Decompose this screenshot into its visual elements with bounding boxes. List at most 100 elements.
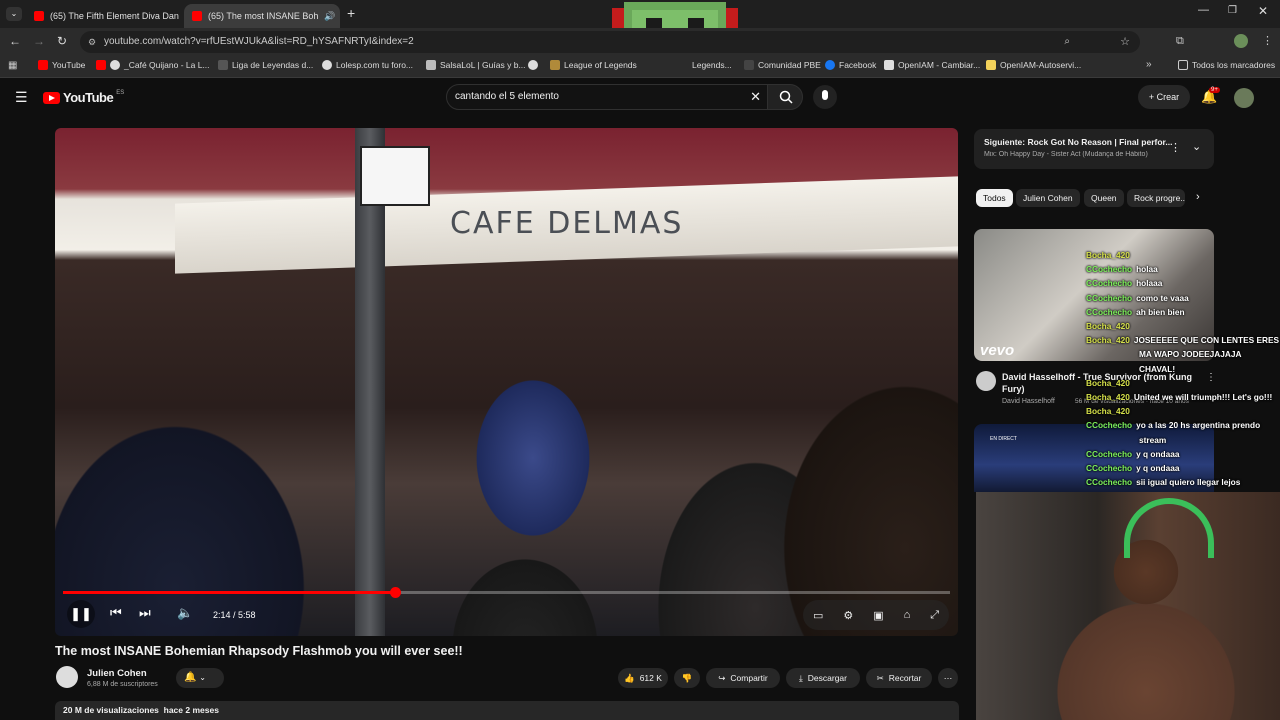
profile-avatar[interactable] [1234, 34, 1248, 48]
chat-text: United we will triumph!!! Let's go!!! [1133, 392, 1273, 402]
all-bookmarks-folder[interactable]: Todos los marcadores [1178, 60, 1275, 70]
bookmark-star-icon[interactable]: ☆ [1120, 31, 1130, 53]
youtube-favicon-icon [192, 11, 202, 21]
bookmark-cafe-quijano[interactable]: _Café Quijano - La L... [96, 60, 210, 70]
bookmark-salsalol[interactable]: SalsaLoL | Guías y b... [426, 60, 526, 70]
download-button[interactable]: ⤓ Descargar [786, 668, 860, 688]
chat-text: CHAVAL! [1139, 363, 1176, 374]
address-bar[interactable]: ⚙ youtube.com/watch?v=rfUEstWJUkA&list=R… [80, 31, 1140, 53]
chat-message: Bocha_420 [1086, 406, 1134, 416]
channel-name[interactable]: Julien Cohen [87, 668, 147, 679]
chip-julien-cohen[interactable]: Julien Cohen [1016, 189, 1080, 207]
bookmark-openiam-autoservi[interactable]: OpenIAM-Autoservi... [986, 60, 1081, 70]
thumbs-down-icon: 👎 [681, 673, 693, 683]
more-actions-button[interactable]: ⋯ [938, 668, 958, 688]
back-icon[interactable]: ← [9, 34, 21, 48]
more-dots-icon: ⋯ [943, 673, 953, 683]
pause-button[interactable]: ❚❚ [67, 600, 95, 628]
chat-text: holaa [1136, 264, 1158, 275]
bookmark-liga-leyendas[interactable]: Liga de Leyendas d... [218, 60, 313, 70]
share-button[interactable]: ↪ Compartir [706, 668, 780, 688]
chat-message: CCochecho sii igual quiero llegar lejos [1086, 477, 1240, 487]
create-label: Crear [1156, 92, 1180, 102]
browser-menu-icon[interactable]: ⋮ [1262, 34, 1273, 47]
clip-button[interactable]: ✂ Recortar [866, 668, 932, 688]
youtube-favicon-icon [34, 11, 44, 21]
bookmark-openiam-cambiar[interactable]: OpenIAM - Cambiar... [884, 60, 980, 70]
view-count: 20 M de visualizaciones [63, 705, 159, 715]
tab-insane-bohemian[interactable]: (65) The most INSANE Boh 🔊 ✕ [184, 4, 340, 28]
create-button[interactable]: + Crear [1138, 85, 1190, 109]
chat-message: CCochecho ah bien bien [1086, 307, 1185, 317]
channel-avatar[interactable] [56, 666, 78, 688]
logo-region: ES [116, 90, 125, 96]
tab-search-icon[interactable]: ⌄ [6, 7, 22, 21]
miniplayer-icon[interactable]: ▣ [873, 609, 883, 622]
chips-next-arrow-icon[interactable]: › [1196, 191, 1200, 203]
bookmark-globe[interactable] [528, 60, 542, 70]
hamburger-menu-icon[interactable]: ☰ [15, 89, 28, 106]
video-player[interactable]: CAFE DELMAS ❚❚ ⏮ ⏭ 🔈 2:14 / 5:58 ▭ ⚙ ▣ ⌂… [55, 128, 958, 636]
subtitles-icon[interactable]: ▭ [813, 609, 823, 622]
volume-icon[interactable]: 🔈 [177, 605, 193, 621]
bookmark-facebook[interactable]: Facebook [825, 60, 876, 70]
voice-search-button[interactable] [813, 85, 837, 109]
progress-scrubber[interactable] [389, 587, 401, 598]
forward-icon[interactable]: → [33, 34, 45, 48]
close-window-button[interactable]: ✕ [1258, 4, 1268, 18]
chat-username: CCochecho [1086, 420, 1133, 431]
previous-button[interactable]: ⏮ [110, 605, 122, 621]
youtube-logo[interactable]: YouTube ES [43, 90, 124, 105]
account-avatar[interactable] [1234, 88, 1254, 108]
subscription-bell-button[interactable]: 🔔 ⌄ [176, 668, 224, 688]
search-input[interactable]: cantando el 5 elemento ✕ [446, 84, 768, 110]
apps-grid-icon[interactable]: ▦ [8, 60, 17, 71]
new-tab-button[interactable]: + [347, 5, 355, 21]
chip-rock-progre[interactable]: Rock progre... [1127, 189, 1185, 207]
speaker-icon[interactable]: 🔊 [324, 11, 335, 22]
like-button[interactable]: 👍 612 K [618, 668, 668, 688]
zoom-icon[interactable]: ⌕ [1064, 31, 1070, 53]
description-box[interactable]: 20 M de visualizaciones hace 2 meses [55, 701, 959, 720]
chat-text: sii igual quiero llegar lejos [1136, 477, 1241, 488]
chat-username: CCochecho [1086, 477, 1133, 488]
search-button[interactable] [767, 84, 803, 110]
chevron-down-icon[interactable]: ⌄ [1192, 140, 1201, 153]
cast-icon[interactable]: ⌂ [904, 609, 911, 621]
chat-text: holaaa [1136, 278, 1163, 289]
restore-button[interactable]: ❐ [1228, 5, 1237, 16]
site-info-icon[interactable]: ⚙ [88, 31, 96, 53]
settings-gear-icon[interactable]: ⚙ [843, 609, 853, 622]
clear-search-icon[interactable]: ✕ [750, 85, 761, 109]
tab-fifth-element[interactable]: (65) The Fifth Element Diva Dan ✕ [26, 4, 180, 28]
chip-queen[interactable]: Queen [1084, 189, 1124, 207]
chat-username: CCochecho [1086, 292, 1133, 303]
tab-title: (65) The most INSANE Boh [208, 11, 319, 21]
chat-username: Bocha_420 [1086, 335, 1130, 346]
bookmark-lolesp[interactable]: Lolesp.com tu foro... [322, 60, 413, 70]
bookmark-legends[interactable]: Legends... [692, 60, 732, 70]
extensions-icon[interactable]: ⧉ [1176, 35, 1184, 48]
recommendation-channel[interactable]: David Hasselhoff [1002, 398, 1055, 405]
minimize-button[interactable]: — [1198, 4, 1209, 16]
chat-username: Bocha_420 [1086, 377, 1130, 388]
next-button[interactable]: ⏭ [139, 605, 151, 621]
chat-username: CCochecho [1086, 264, 1133, 275]
chip-todos[interactable]: Todos [976, 189, 1013, 207]
thumbs-up-icon: 👍 [624, 673, 635, 683]
more-options-icon[interactable]: ⋮ [1206, 372, 1216, 383]
fullscreen-icon[interactable]: ⤢ [930, 609, 939, 622]
chat-text: yo a las 20 hs argentina prendo [1136, 420, 1261, 431]
more-bookmarks-icon[interactable]: » [1146, 59, 1152, 70]
bookmark-comunidad-pbe[interactable]: Comunidad PBE [744, 60, 821, 70]
chat-message: CCochecho yo a las 20 hs argentina prendo [1086, 420, 1260, 430]
channel-avatar-small[interactable] [976, 371, 996, 391]
dislike-button[interactable]: 👎 [674, 668, 700, 688]
reload-icon[interactable]: ↻ [57, 34, 67, 48]
progress-bar[interactable] [63, 587, 950, 598]
up-next-title: Siguiente: Rock Got No Reason | Final pe… [984, 137, 1173, 147]
youtube-play-logo-icon [43, 91, 60, 104]
bookmark-league-of-legends[interactable]: League of Legends [550, 60, 637, 70]
up-next-card[interactable]: ⋮ ⌄ [974, 129, 1214, 169]
bookmark-youtube[interactable]: YouTube [38, 60, 85, 70]
